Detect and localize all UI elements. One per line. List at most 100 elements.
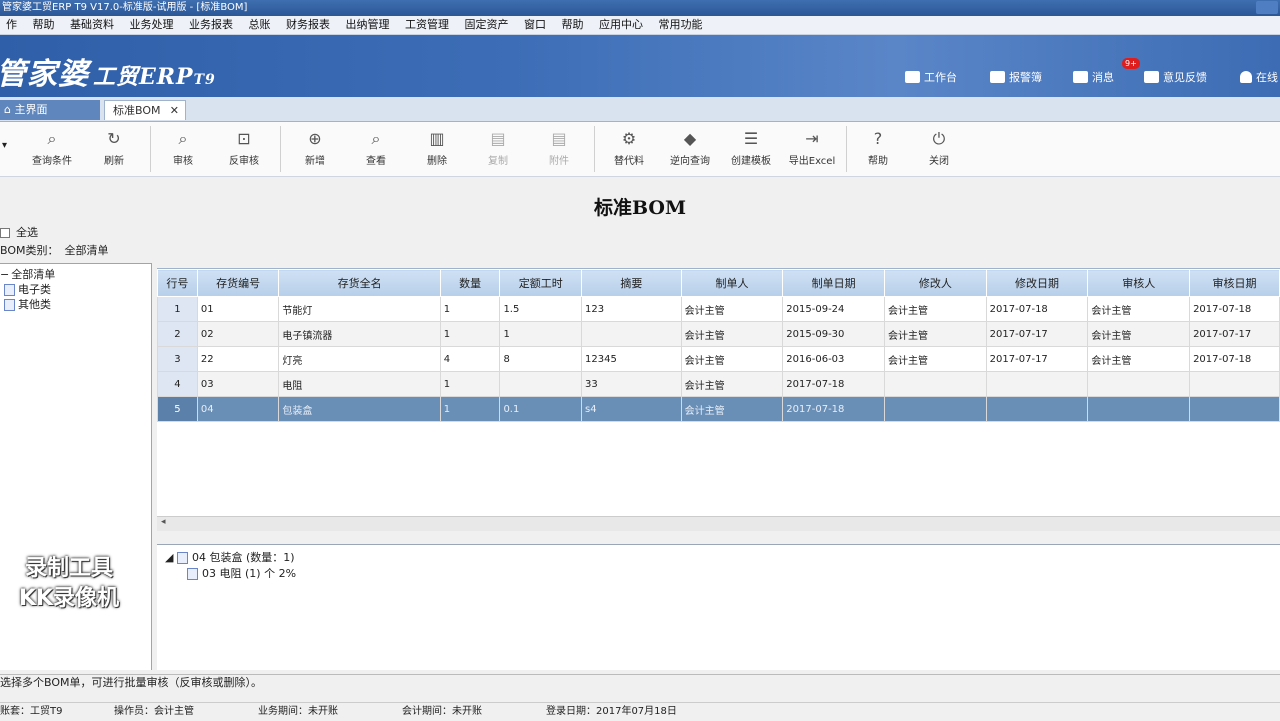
table-cell[interactable]: 2017-07-18 <box>1189 296 1280 322</box>
table-cell[interactable]: 8 <box>499 346 583 372</box>
select-all-checkbox[interactable]: 全选 <box>0 224 38 240</box>
table-cell[interactable]: 1 <box>439 371 501 397</box>
help-button[interactable]: ? 帮助 <box>848 128 908 172</box>
table-cell[interactable]: 包装盒 <box>278 396 441 422</box>
table-cell[interactable]: 1 <box>439 321 501 347</box>
row-number-cell[interactable]: 1 <box>157 296 198 322</box>
row-number-cell[interactable]: 4 <box>157 371 198 397</box>
table-cell[interactable]: 会计主管 <box>680 296 784 322</box>
column-header[interactable]: 摘要 <box>581 269 682 297</box>
minimize-button[interactable] <box>1256 1 1278 14</box>
column-header[interactable]: 存货全名 <box>278 269 441 297</box>
table-cell[interactable] <box>884 396 987 422</box>
menu-item[interactable]: 工资管理 <box>399 16 455 34</box>
menu-item[interactable]: 帮助 <box>27 16 61 34</box>
column-header[interactable]: 存货编号 <box>196 269 280 297</box>
column-header[interactable]: 数量 <box>439 269 501 297</box>
menu-item[interactable]: 业务处理 <box>124 16 180 34</box>
table-cell[interactable]: 2017-07-18 <box>1189 346 1280 372</box>
table-row[interactable]: 3 22 灯亮 4 8 12345 会计主管 2016-06-03 会计主管 2017-07-17… <box>157 346 1280 372</box>
column-header[interactable]: 行号 <box>157 269 198 297</box>
collapse-icon[interactable]: ◢ <box>165 551 177 564</box>
table-cell[interactable]: 会计主管 <box>680 346 784 372</box>
table-cell[interactable]: 2017-07-17 <box>1189 321 1280 347</box>
table-cell[interactable]: 1 <box>499 321 583 347</box>
delete-button[interactable]: ▥ 删除 <box>407 128 467 172</box>
table-cell[interactable]: 会计主管 <box>884 296 987 322</box>
alerts-link[interactable]: 报警簿 <box>990 68 1042 86</box>
table-cell[interactable]: 会计主管 <box>680 396 784 422</box>
table-cell[interactable]: 1.5 <box>499 296 583 322</box>
menu-item[interactable]: 固定资产 <box>459 16 515 34</box>
table-cell[interactable]: 4 <box>439 346 501 372</box>
refresh-button[interactable]: ↻ 刷新 <box>84 128 144 172</box>
table-cell[interactable]: 2016-06-03 <box>782 346 886 372</box>
close-button[interactable]: ⏻ 关闭 <box>909 128 969 172</box>
tab-standard-bom[interactable]: 标准BOM ✕ <box>104 100 186 120</box>
column-header[interactable]: 审核日期 <box>1189 269 1280 297</box>
column-header[interactable]: 定额工时 <box>499 269 583 297</box>
scroll-left-icon[interactable]: ◂ <box>161 517 166 527</box>
column-header[interactable]: 制单人 <box>680 269 784 297</box>
menu-item[interactable]: 财务报表 <box>280 16 336 34</box>
table-cell[interactable] <box>985 371 1089 397</box>
table-row[interactable]: 4 03 电阻 1 33 会计主管 2017-07-18 <box>157 371 1280 397</box>
table-cell[interactable]: 04 <box>196 396 280 422</box>
table-cell[interactable]: 02 <box>196 321 280 347</box>
row-number-cell[interactable]: 2 <box>157 321 198 347</box>
table-cell[interactable] <box>985 396 1089 422</box>
table-cell[interactable]: 电阻 <box>278 371 441 397</box>
tree-item-other[interactable]: 其他类 <box>4 296 51 312</box>
column-header[interactable]: 修改日期 <box>985 269 1089 297</box>
table-cell[interactable] <box>1087 371 1191 397</box>
table-cell[interactable]: 22 <box>196 346 280 372</box>
horizontal-scrollbar[interactable]: ◂ <box>157 516 1280 531</box>
table-cell[interactable] <box>1087 396 1191 422</box>
table-cell[interactable]: 2017-07-17 <box>985 346 1089 372</box>
messages-link[interactable]: 消息 <box>1073 68 1114 86</box>
menu-item[interactable]: 帮助 <box>556 16 590 34</box>
table-cell[interactable]: 会计主管 <box>1087 321 1191 347</box>
tab-home[interactable]: ⌂ 主界面 <box>0 100 100 120</box>
workbench-link[interactable]: 工作台 <box>905 68 957 86</box>
table-cell[interactable] <box>1189 396 1280 422</box>
feedback-link[interactable]: 意见反馈 <box>1144 68 1207 86</box>
table-cell[interactable]: 2017-07-18 <box>985 296 1089 322</box>
table-cell[interactable] <box>884 371 987 397</box>
table-cell[interactable]: 33 <box>581 371 682 397</box>
table-cell[interactable] <box>581 321 682 347</box>
table-cell[interactable]: 2017-07-17 <box>985 321 1089 347</box>
copy-button[interactable]: ▤ 复制 <box>468 128 528 172</box>
attach-button[interactable]: ▤ 附件 <box>529 128 589 172</box>
table-cell[interactable]: 03 <box>196 371 280 397</box>
online-link[interactable]: 在线 <box>1240 68 1278 86</box>
table-cell[interactable]: 01 <box>196 296 280 322</box>
menu-item[interactable]: 窗口 <box>518 16 552 34</box>
menu-item[interactable]: 总账 <box>243 16 277 34</box>
table-cell[interactable]: 会计主管 <box>1087 346 1191 372</box>
add-button[interactable]: ⊕ 新增 <box>285 128 345 172</box>
table-cell[interactable]: 会计主管 <box>884 346 987 372</box>
query-button[interactable]: ⌕ 查询条件 <box>22 128 82 172</box>
table-cell[interactable]: 灯亮 <box>278 346 441 372</box>
table-cell[interactable]: s4 <box>581 396 682 422</box>
column-header[interactable]: 审核人 <box>1087 269 1191 297</box>
menu-item[interactable]: 出纳管理 <box>340 16 396 34</box>
tree-item-all[interactable]: − 全部清单 <box>0 266 55 282</box>
table-row[interactable]: 1 01 节能灯 1 1.5 123 会计主管 2015-09-24 会计主管 2017-07-1… <box>157 296 1280 322</box>
table-row[interactable]: 2 02 电子镇流器 1 1 会计主管 2015-09-30 会计主管 2017-07-17 会计… <box>157 321 1280 347</box>
table-cell[interactable]: 0.1 <box>499 396 583 422</box>
table-cell[interactable]: 会计主管 <box>680 321 784 347</box>
row-number-cell[interactable]: 5 <box>157 396 198 422</box>
table-cell[interactable]: 2017-07-18 <box>782 371 886 397</box>
column-header[interactable]: 制单日期 <box>782 269 886 297</box>
table-cell[interactable]: 2015-09-30 <box>782 321 886 347</box>
table-cell[interactable]: 12345 <box>581 346 682 372</box>
checkbox-box[interactable] <box>0 228 10 238</box>
menu-item[interactable]: 基础资料 <box>64 16 120 34</box>
export-excel-button[interactable]: ⇥ 导出Excel <box>782 128 842 172</box>
table-cell[interactable]: 会计主管 <box>680 371 784 397</box>
column-header[interactable]: 修改人 <box>884 269 987 297</box>
table-cell[interactable]: 123 <box>581 296 682 322</box>
table-cell[interactable]: 1 <box>439 296 501 322</box>
